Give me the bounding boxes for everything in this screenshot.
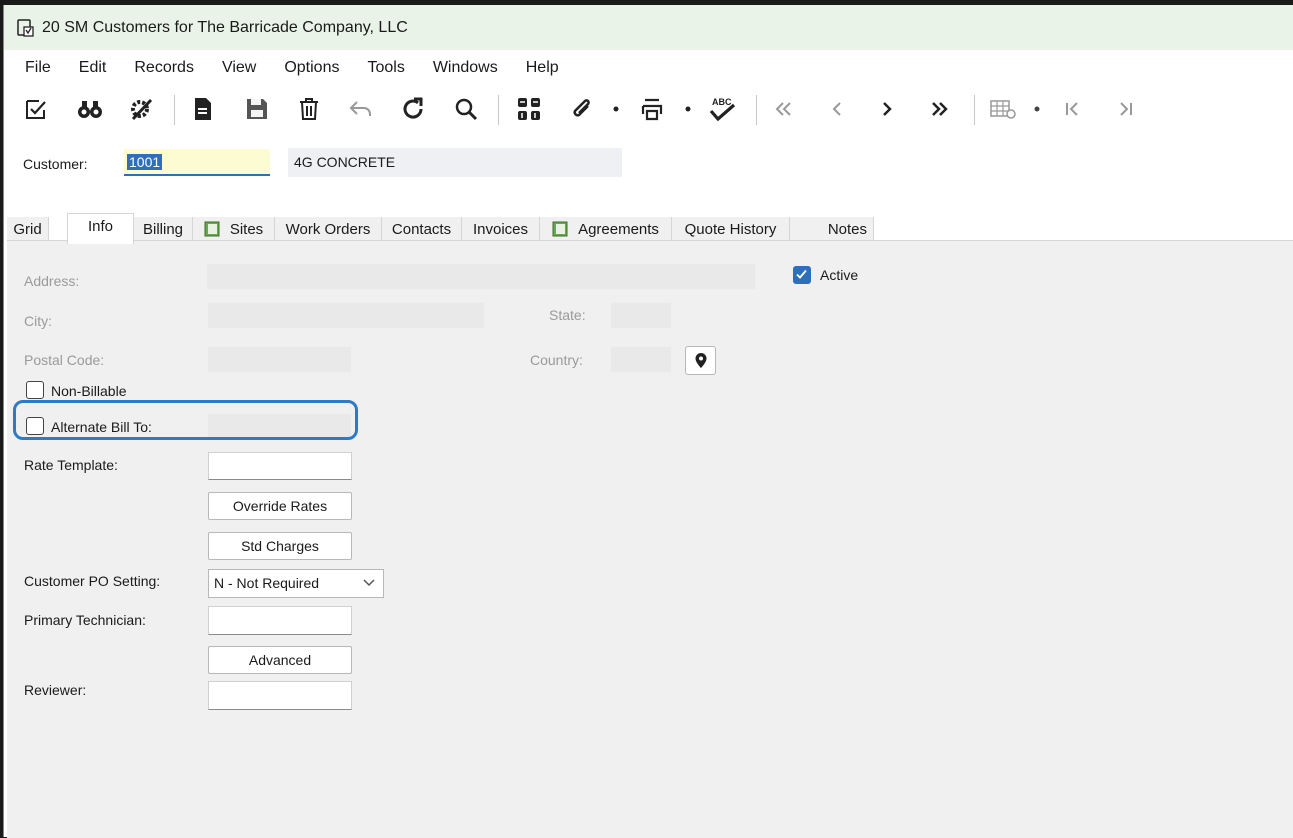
undo-icon[interactable] [346,87,376,131]
grid-layout-icon[interactable] [512,87,546,131]
customer-name-field: 4G CONCRETE [288,148,622,177]
city-field [207,302,485,329]
reviewer-label: Reviewer: [24,682,87,698]
primary-technician-label: Primary Technician: [24,612,146,628]
menu-help[interactable]: Help [512,59,573,77]
advanced-button[interactable]: Advanced [208,646,352,674]
checkmark-icon [796,269,807,279]
grid-settings-icon[interactable] [986,87,1020,131]
address-label: Address: [24,273,80,289]
non-billable-label: Non-Billable [51,383,127,399]
customer-po-setting-label: Customer PO Setting: [24,573,161,589]
last-page-icon[interactable] [1111,87,1141,131]
attachment-dropdown-icon[interactable] [609,87,623,131]
customer-id-value: 1001 [127,154,163,170]
search-icon[interactable] [451,87,481,131]
window-title: 20 SM Customers for The Barricade Compan… [42,18,408,36]
postal-code-field [207,346,352,373]
new-document-icon[interactable] [189,87,217,131]
chevron-down-icon [363,579,375,587]
last-record-icon[interactable] [923,87,955,131]
info-tab-panel [7,240,1293,838]
map-pin-icon [695,353,706,368]
menu-tools[interactable]: Tools [353,59,418,77]
customer-label: Customer: [23,156,88,172]
previous-record-icon[interactable] [822,87,852,131]
agreements-tab-icon [552,221,568,237]
menu-records[interactable]: Records [120,59,208,77]
state-label: State: [549,307,586,323]
refresh-icon[interactable] [397,87,429,131]
state-field [610,302,672,329]
active-checkbox[interactable] [793,266,811,284]
menu-bar: File Edit Records View Options Tools Win… [4,55,573,81]
next-record-icon[interactable] [872,87,902,131]
override-rates-button[interactable]: Override Rates [208,492,352,520]
country-field [610,346,672,373]
active-label: Active [820,267,859,283]
customer-po-setting-value: N - Not Required [214,575,320,591]
print-icon[interactable] [637,87,667,131]
rate-template-input[interactable] [208,452,352,480]
delete-icon[interactable] [294,87,324,131]
tab-info[interactable]: Info [67,213,134,244]
menu-view[interactable]: View [208,59,270,77]
toolbar: ABC [4,87,1293,131]
rate-template-label: Rate Template: [24,457,118,473]
app-window: 20 SM Customers for The Barricade Compan… [3,5,1293,838]
print-dropdown-icon[interactable] [681,87,695,131]
primary-technician-input[interactable] [208,606,352,635]
tab-agreements-label: Agreements [578,221,659,238]
menu-file[interactable]: File [4,59,65,77]
menu-options[interactable]: Options [270,59,353,77]
first-page-icon[interactable] [1057,87,1087,131]
map-pin-button[interactable] [685,346,716,375]
city-label: City: [24,313,52,329]
first-record-icon[interactable] [769,87,799,131]
customer-po-setting-select[interactable]: N - Not Required [208,569,384,598]
address-field [206,263,756,290]
sites-tab-icon [204,221,220,237]
tab-sites-label: Sites [229,221,264,238]
title-bar: 20 SM Customers for The Barricade Compan… [4,5,1293,50]
attachment-icon[interactable] [565,87,599,131]
binoculars-icon[interactable] [74,87,106,131]
customer-id-input[interactable]: 1001 [124,149,270,176]
edit-check-icon[interactable] [21,87,51,131]
grid-settings-dropdown-icon[interactable] [1030,87,1044,131]
country-label: Country: [530,352,583,368]
reviewer-input[interactable] [208,681,352,710]
save-icon[interactable] [243,87,271,131]
postal-code-label: Postal Code: [24,352,105,368]
spellcheck-icon[interactable]: ABC [704,87,740,131]
alternate-bill-to-highlight [13,400,358,440]
tools-gear-icon[interactable] [126,87,158,131]
form-document-icon [17,18,34,37]
non-billable-checkbox[interactable] [26,381,44,399]
menu-edit[interactable]: Edit [65,59,121,77]
svg-text:ABC: ABC [712,97,732,107]
std-charges-button[interactable]: Std Charges [208,532,352,560]
menu-windows[interactable]: Windows [419,59,512,77]
